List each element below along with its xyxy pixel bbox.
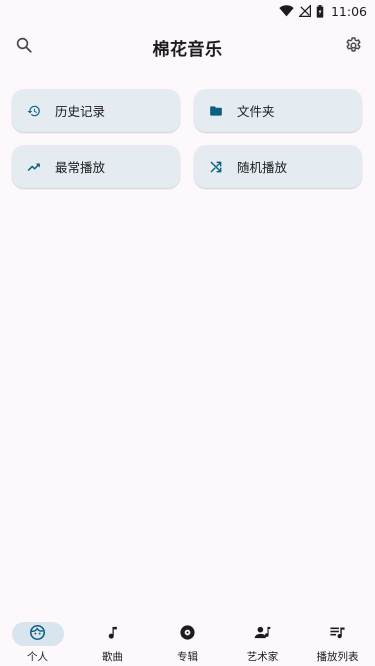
nav-label: 专辑 — [177, 651, 198, 663]
history-icon — [27, 104, 41, 118]
card-label: 文件夹 — [237, 104, 275, 119]
shuffle-icon — [209, 160, 223, 174]
nav-item-personal[interactable]: 个人 — [3, 616, 73, 666]
artist-icon — [254, 624, 271, 645]
settings-button[interactable] — [341, 35, 365, 59]
nav-label: 个人 — [27, 651, 48, 663]
quick-access-grid: 历史记录 文件夹 最常播放 随机播放 — [12, 89, 363, 188]
music-note-icon — [105, 625, 120, 644]
face-icon — [29, 624, 46, 645]
nav-item-albums[interactable]: 专辑 — [153, 616, 223, 666]
search-icon — [15, 36, 33, 58]
shuffle-card[interactable]: 随机播放 — [194, 145, 362, 188]
nav-item-playlists[interactable]: 播放列表 — [303, 616, 373, 666]
nav-item-songs[interactable]: 歌曲 — [78, 616, 148, 666]
playlist-icon — [329, 624, 346, 645]
card-label: 历史记录 — [55, 104, 106, 119]
nav-active-indicator — [11, 622, 64, 646]
signal-icon — [298, 5, 311, 17]
card-label: 最常播放 — [55, 160, 106, 175]
search-button[interactable] — [12, 35, 36, 59]
folder-card[interactable]: 文件夹 — [194, 89, 362, 132]
history-card[interactable]: 历史记录 — [12, 89, 180, 132]
nav-label: 歌曲 — [102, 651, 123, 663]
most-played-card[interactable]: 最常播放 — [12, 145, 180, 188]
gear-icon — [344, 36, 363, 59]
wifi-icon — [279, 5, 294, 17]
trending-up-icon — [27, 160, 41, 174]
battery-icon — [316, 4, 324, 18]
nav-label: 艺术家 — [246, 651, 279, 663]
app-bar: 棉花音乐 — [0, 22, 375, 72]
nav-label: 播放列表 — [316, 651, 359, 663]
nav-item-artists[interactable]: 艺术家 — [228, 616, 298, 666]
folder-icon — [209, 104, 223, 118]
page-title: 棉花音乐 — [152, 39, 223, 60]
album-icon — [179, 624, 196, 645]
status-time: 11:06 — [330, 3, 367, 19]
card-label: 随机播放 — [237, 160, 288, 175]
bottom-navigation: 个人 歌曲 专辑 艺术家 播放列表 — [0, 616, 375, 666]
status-bar: 11:06 — [0, 0, 375, 22]
